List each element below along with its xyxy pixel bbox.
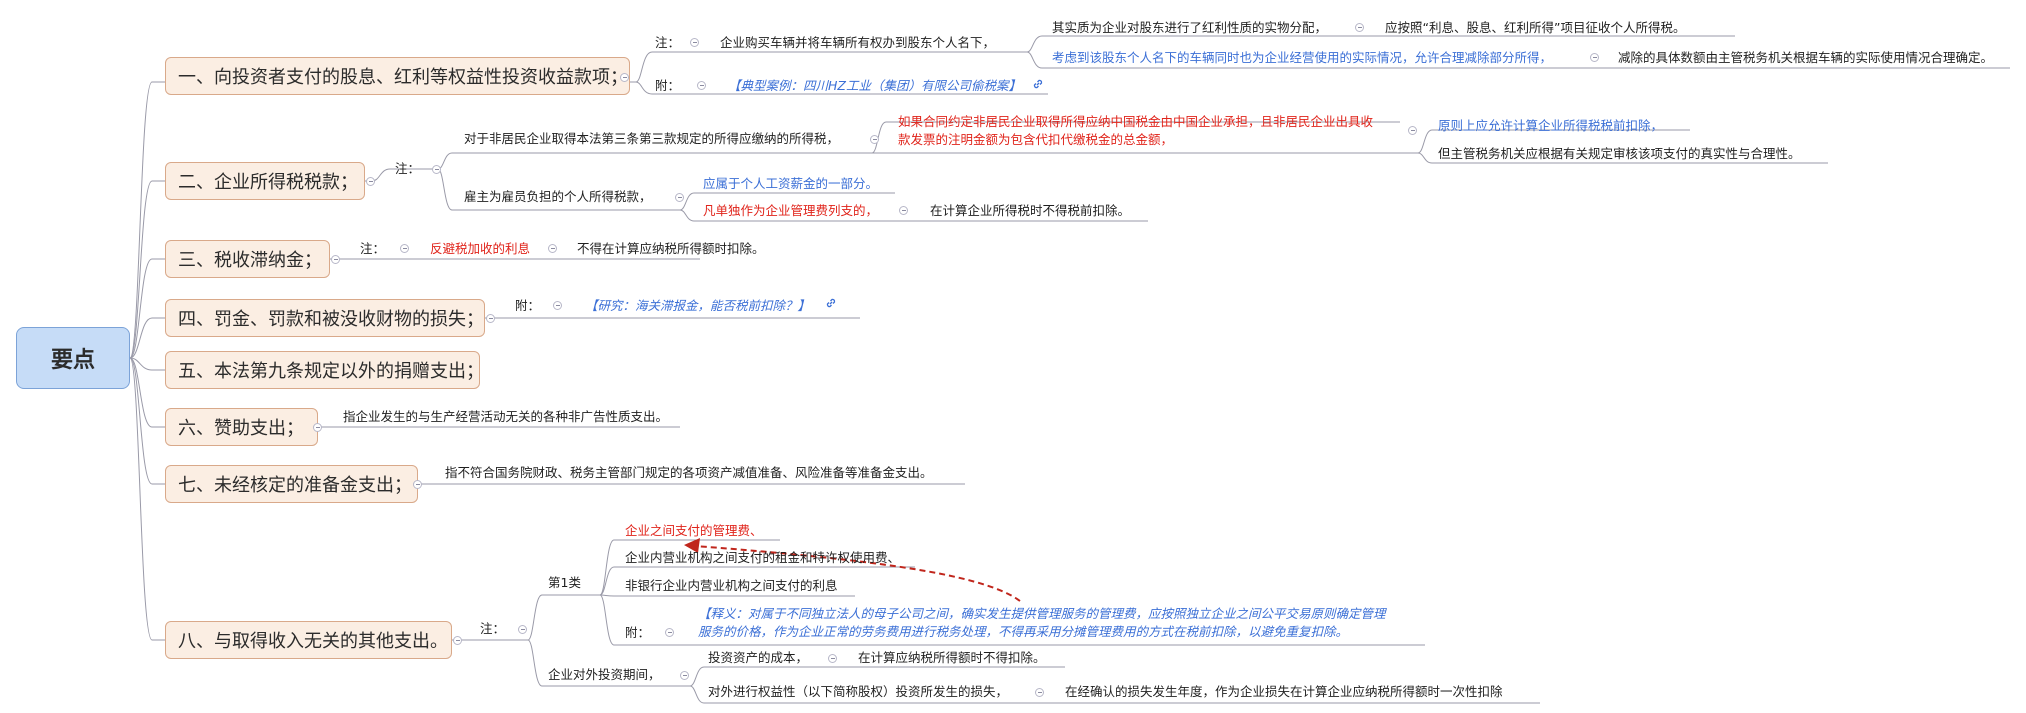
note-label: 注：: [480, 621, 506, 636]
b2-text-1: 对于非居民企业取得本法第三条第三款规定的所得应缴纳的所得税，: [464, 131, 840, 146]
note-label: 注：: [360, 241, 386, 256]
b2-text-2b: 款发票的注明金额为包含代扣代缴税金的总金额，: [898, 132, 1174, 147]
collapse-toggle-icon[interactable]: [400, 244, 409, 253]
collapse-toggle-icon[interactable]: [1035, 688, 1044, 697]
branch-reserves[interactable]: 七、未经核定的准备金支出；: [165, 465, 418, 503]
b2-text-5: 雇主为雇员负担的个人所得税款，: [464, 189, 652, 204]
b7-text-1: 指不符合国务院财政、税务主管部门规定的各项资产减值准备、风险准备等准备金支出。: [445, 465, 933, 480]
branch-dividends[interactable]: 一、向投资者支付的股息、红利等权益性投资收益款项；: [165, 57, 630, 95]
b2-text-8: 在计算企业所得税时不得税前扣除。: [930, 203, 1131, 218]
b1-text-4: 考虑到该股东个人名下的车辆同时也为企业经营使用的实际情况，允许合理减除部分所得，: [1052, 50, 1553, 65]
collapse-toggle-icon[interactable]: [486, 314, 495, 323]
collapse-toggle-icon[interactable]: [697, 81, 706, 90]
collapse-toggle-icon[interactable]: [675, 193, 684, 202]
b2-text-7: 凡单独作为企业管理费列支的，: [703, 203, 879, 218]
b8-investment-3: 对外进行权益性（以下简称股权）投资所发生的损失，: [708, 684, 1009, 699]
branch-late-fee[interactable]: 三、税收滞纳金；: [165, 240, 330, 278]
b8-item-1: 企业之间支付的管理费、: [625, 523, 763, 538]
branch-income-tax[interactable]: 二、企业所得税税款；: [165, 162, 365, 200]
b2-text-6: 应属于个人工资薪金的一部分。: [703, 176, 879, 191]
collapse-toggle-icon[interactable]: [413, 480, 422, 489]
b8-investment-4: 在经确认的损失发生年度，作为企业损失在计算企业应纳税所得额时一次性扣除: [1065, 684, 1503, 699]
branch-fines[interactable]: 四、罚金、罚款和被没收财物的损失；: [165, 299, 485, 337]
branch-sponsorship[interactable]: 六、赞助支出；: [165, 408, 318, 446]
collapse-toggle-icon[interactable]: [828, 654, 837, 663]
collapse-toggle-icon[interactable]: [548, 244, 557, 253]
attachment-label: 附：: [515, 298, 541, 313]
b3-text-2: 不得在计算应纳税所得额时扣除。: [577, 241, 765, 256]
collapse-toggle-icon[interactable]: [665, 628, 674, 637]
b8-investment-2: 在计算应纳税所得额时不得扣除。: [858, 650, 1046, 665]
note-label: 注：: [395, 161, 421, 176]
collapse-toggle-icon[interactable]: [313, 423, 322, 432]
note-label: 注：: [655, 35, 681, 50]
collapse-toggle-icon[interactable]: [680, 671, 689, 680]
b8-investment: 企业对外投资期间，: [548, 667, 661, 682]
collapse-toggle-icon[interactable]: [899, 206, 908, 215]
link-icon[interactable]: [825, 297, 837, 309]
b6-text-1: 指企业发生的与生产经营活动无关的各种非广告性质支出。: [343, 409, 669, 424]
b2-text-2a: 如果合同约定非居民企业取得所得应纳中国税金由中国企业承担，且非居民企业出具收: [898, 114, 1374, 129]
collapse-toggle-icon[interactable]: [553, 301, 562, 310]
collapse-toggle-icon[interactable]: [620, 73, 629, 82]
b8-note-b: 服务的价格，作为企业正常的劳务费用进行税务处理，不得再采用分摊管理费用的方式在税…: [698, 624, 1349, 639]
b1-text-3: 应按照“利息、股息、红利所得”项目征收个人所得税。: [1385, 20, 1686, 35]
b8-category-1: 第1类: [548, 575, 581, 590]
attachment-label: 附：: [625, 625, 651, 640]
b3-text-1: 反避税加收的利息: [430, 241, 531, 256]
link-icon[interactable]: [1032, 78, 1044, 90]
collapse-toggle-icon[interactable]: [453, 636, 462, 645]
b2-text-3: 原则上应允许计算企业所得税税前扣除，: [1438, 118, 1664, 133]
collapse-toggle-icon[interactable]: [1408, 126, 1417, 135]
root-topic[interactable]: 要点: [16, 327, 130, 389]
b1-case-link[interactable]: 【典型案例：四川HZ工业（集团）有限公司偷税案】: [728, 78, 1021, 94]
branch-donations[interactable]: 五、本法第九条规定以外的捐赠支出；: [165, 351, 484, 389]
collapse-toggle-icon[interactable]: [870, 135, 879, 144]
collapse-toggle-icon[interactable]: [518, 625, 527, 634]
collapse-toggle-icon[interactable]: [331, 255, 340, 264]
collapse-toggle-icon[interactable]: [1355, 23, 1364, 32]
collapse-toggle-icon[interactable]: [432, 165, 441, 174]
b1-text-1: 企业购买车辆并将车辆所有权办到股东个人名下，: [720, 35, 996, 50]
b4-research-link[interactable]: 【研究：海关滞报金，能否税前扣除？】: [585, 298, 810, 314]
b8-investment-1: 投资资产的成本，: [708, 650, 809, 665]
b2-text-4: 但主管税务机关应根据有关规定审核该项支付的真实性与合理性。: [1438, 146, 1801, 161]
collapse-toggle-icon[interactable]: [366, 177, 375, 186]
attachment-label: 附：: [655, 78, 681, 93]
b1-text-2: 其实质为企业对股东进行了红利性质的实物分配，: [1052, 20, 1328, 35]
collapse-toggle-icon[interactable]: [690, 38, 699, 47]
branch-other-expenses[interactable]: 八、与取得收入无关的其他支出。: [165, 621, 452, 659]
b8-item-3: 非银行企业内营业机构之间支付的利息: [625, 578, 838, 593]
b1-text-5: 减除的具体数额由主管税务机关根据车辆的实际使用情况合理确定。: [1618, 50, 1994, 65]
collapse-toggle-icon[interactable]: [1590, 53, 1599, 62]
b8-item-2: 企业内营业机构之间支付的租金和特许权使用费、: [625, 550, 901, 565]
b8-note-a: 【释义：对属于不同独立法人的母子公司之间，确实发生提供管理服务的管理费，应按照独…: [698, 606, 1386, 621]
